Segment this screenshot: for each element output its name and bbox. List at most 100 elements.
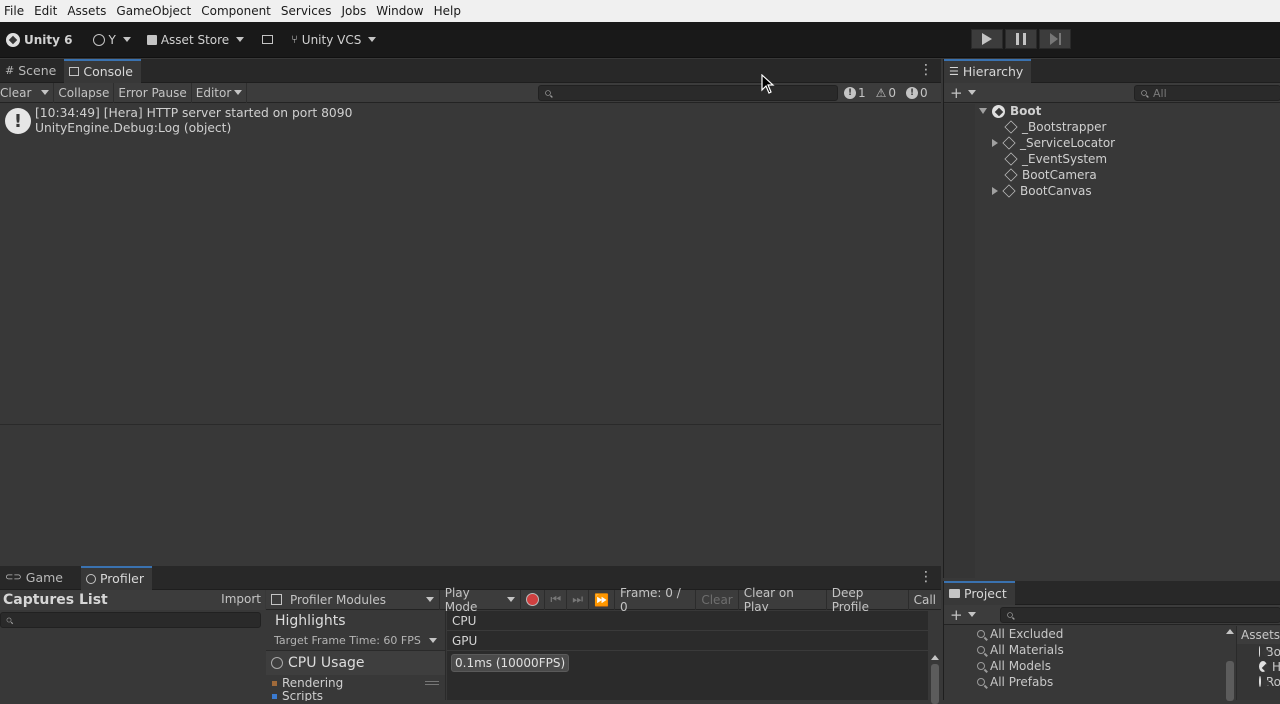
pause-button[interactable] xyxy=(1005,29,1037,49)
scene-icon xyxy=(992,104,1005,118)
call-stacks-toggle[interactable]: Call xyxy=(909,590,941,610)
hierarchy-tabbar: ☰ Hierarchy xyxy=(944,58,1280,83)
tab-profiler[interactable]: Profiler xyxy=(80,565,152,590)
hierarchy-search-input[interactable]: All xyxy=(1134,85,1280,101)
playback-controls xyxy=(971,29,1071,49)
cpu-chart[interactable]: 0.1ms (10000FPS) xyxy=(447,651,928,675)
scene-root-boot[interactable]: Boot xyxy=(944,103,1280,119)
console-tabbar: # Scene Console ⋮ xyxy=(0,58,941,83)
scrollbar-thumb[interactable] xyxy=(1226,661,1234,701)
editor-dropdown[interactable]: Editor xyxy=(192,82,248,103)
project-search-input[interactable] xyxy=(1000,607,1280,623)
expand-arrow-icon[interactable] xyxy=(992,187,998,195)
filter-item[interactable]: All Models xyxy=(944,658,1224,674)
profiler-modules-dropdown[interactable]: Profiler Modules xyxy=(266,589,440,610)
import-button[interactable]: Import xyxy=(221,592,261,606)
console-search-input[interactable] xyxy=(538,85,838,101)
captures-search-input[interactable] xyxy=(0,612,261,628)
project-tree-scrollbar[interactable] xyxy=(1224,626,1236,701)
plus-icon: + xyxy=(950,605,963,624)
hierarchy-item[interactable]: _ServiceLocator xyxy=(944,135,1280,151)
vcs-dropdown[interactable]: ⑂ Unity VCS xyxy=(287,28,380,52)
filter-item[interactable]: All Materials xyxy=(944,642,1224,658)
clear-button[interactable]: Clear xyxy=(0,82,55,103)
asset-item[interactable]: H xyxy=(1237,659,1280,674)
search-icon xyxy=(1141,90,1147,96)
pause-icon xyxy=(1016,33,1026,45)
account-icon xyxy=(92,33,105,46)
filter-item[interactable]: All Prefabs xyxy=(944,674,1224,690)
info-icon: ! xyxy=(906,87,919,99)
scroll-up-icon[interactable] xyxy=(1226,629,1234,634)
account-dropdown[interactable]: Y xyxy=(89,28,135,52)
assets-breadcrumb[interactable]: Assets xyxy=(1237,626,1280,644)
next-frame-button[interactable]: ⏭ xyxy=(567,589,590,610)
cpu-usage-module[interactable]: CPU Usage xyxy=(266,651,445,675)
filter-label: All Materials xyxy=(990,643,1064,657)
hierarchy-item[interactable]: BootCanvas xyxy=(944,183,1280,199)
unity-version-button[interactable]: Unity 6 xyxy=(2,28,77,52)
editor-label: Editor xyxy=(195,85,232,100)
search-filter-icon xyxy=(977,646,985,654)
step-forward-icon: ⏭ xyxy=(572,592,584,606)
menu-edit[interactable]: Edit xyxy=(30,0,63,22)
menu-window[interactable]: Window xyxy=(372,0,429,22)
menu-jobs[interactable]: Jobs xyxy=(338,0,373,22)
console-splitter[interactable] xyxy=(0,424,941,425)
menu-services[interactable]: Services xyxy=(277,0,338,22)
scene-asset-icon xyxy=(1259,676,1261,687)
menu-help[interactable]: Help xyxy=(430,0,467,22)
error-pause-label: Error Pause xyxy=(118,85,187,100)
record-button[interactable] xyxy=(521,589,546,610)
panel-menu-icon[interactable]: ⋮ xyxy=(919,63,933,77)
console-toolbar: Clear Collapse Error Pause Editor ! 1 ⚠ … xyxy=(0,82,941,103)
play-icon xyxy=(982,33,992,45)
error-pause-button[interactable]: Error Pause xyxy=(114,82,192,103)
tab-scene[interactable]: # Scene xyxy=(0,59,64,83)
tab-project[interactable]: Project xyxy=(944,580,1015,605)
console-log-entry[interactable]: ! [10:34:49] [Hera] HTTP server started … xyxy=(0,105,941,137)
panel-menu-icon[interactable]: ⋮ xyxy=(919,570,933,584)
target-frame-dropdown[interactable]: Target Frame Time: 60 FPS xyxy=(266,631,445,651)
project-assets-view: Assets Bo H Ro xyxy=(1236,626,1280,700)
tab-scene-label: Scene xyxy=(18,63,57,78)
hierarchy-item[interactable]: BootCamera xyxy=(944,167,1280,183)
hierarchy-tree: Boot _Bootstrapper _ServiceLocator _Even… xyxy=(944,103,1280,199)
asset-store-dropdown[interactable]: Asset Store xyxy=(143,28,248,52)
tab-console[interactable]: Console xyxy=(64,58,141,83)
expand-arrow-icon[interactable] xyxy=(979,108,987,114)
step-button[interactable] xyxy=(1039,29,1071,49)
profiler-scrollbar[interactable] xyxy=(928,651,941,704)
first-frame-button[interactable]: ⏮ xyxy=(545,589,568,610)
menu-file[interactable]: File xyxy=(0,0,30,22)
menu-component[interactable]: Component xyxy=(197,0,277,22)
filter-item[interactable]: All Excluded xyxy=(944,626,1224,642)
info-count-toggle[interactable]: ! 0 xyxy=(906,86,928,100)
rendering-series[interactable]: Rendering xyxy=(266,675,445,691)
scrollbar-thumb[interactable] xyxy=(930,664,939,704)
collapse-button[interactable]: Collapse xyxy=(54,82,115,103)
play-mode-dropdown[interactable]: Play Mode xyxy=(440,586,522,614)
deep-profile-toggle[interactable]: Deep Profile xyxy=(827,586,909,614)
hierarchy-item[interactable]: _Bootstrapper xyxy=(944,119,1280,135)
asset-item[interactable]: Ro xyxy=(1237,674,1280,689)
play-button[interactable] xyxy=(971,29,1003,49)
expand-arrow-icon[interactable] xyxy=(992,139,998,147)
last-frame-button[interactable]: ⏩ xyxy=(589,589,615,610)
warning-count-toggle[interactable]: ⚠ 0 xyxy=(876,86,896,100)
drag-handle-icon[interactable] xyxy=(425,681,439,685)
project-create-dropdown[interactable]: + xyxy=(950,606,976,624)
create-dropdown[interactable]: + xyxy=(950,84,976,102)
menu-assets[interactable]: Assets xyxy=(63,0,112,22)
error-count-toggle[interactable]: ! 1 xyxy=(844,86,866,100)
package-button[interactable] xyxy=(258,28,277,52)
asset-item[interactable]: Bo xyxy=(1237,644,1280,659)
clear-on-play-toggle[interactable]: Clear on Play xyxy=(739,586,827,614)
tab-game[interactable]: ⊂⊃ Game xyxy=(0,566,81,590)
menu-gameobject[interactable]: GameObject xyxy=(112,0,197,22)
hierarchy-item[interactable]: _EventSystem xyxy=(944,151,1280,167)
tab-hierarchy[interactable]: ☰ Hierarchy xyxy=(944,58,1032,83)
frame-label: Frame: 0 / 0 xyxy=(620,585,681,614)
profiler-clear-button[interactable]: Clear xyxy=(696,589,739,610)
scroll-up-icon[interactable] xyxy=(930,655,939,660)
